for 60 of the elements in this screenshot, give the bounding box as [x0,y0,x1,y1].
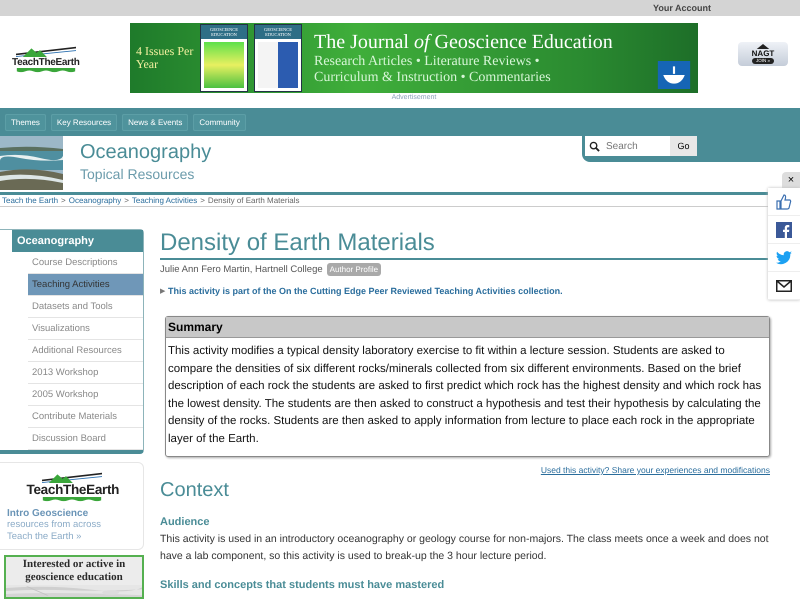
search-field[interactable]: Search [600,136,670,156]
search-icon [589,140,600,152]
ad-text: Interested or active in geoscience education [22,557,126,585]
sidebar-item[interactable]: 2013 Workshop [28,362,143,384]
nagt-text: NAGT [752,49,774,58]
sidebar-item[interactable]: Datasets and Tools [28,296,143,318]
sidebar-item[interactable]: Teaching Activities [28,274,143,296]
collection-link[interactable]: This activity is part of the On the Cutting Edge Peer Reviewed Teaching Activities collection. [168,286,563,296]
facebook-button[interactable] [768,216,800,244]
close-button[interactable]: × [782,172,800,188]
author-text: Julie Ann Fero Martin, Hartnell College [160,264,323,275]
bird-icon [776,250,792,266]
ad-issues-text: 4 Issues Per Year [136,45,194,71]
like-button[interactable] [768,188,800,216]
breadcrumb-link[interactable]: Teach the Earth [2,196,58,205]
share-link[interactable]: Used this activity? Share your experiences and modifications [540,465,770,475]
section-title: Oceanography [80,141,212,163]
breadcrumb-link[interactable]: Teaching Activities [132,196,198,205]
sidebar-item[interactable]: Discussion Board [28,428,143,450]
breadcrumb-current: Density of Earth Materials [208,196,300,205]
sidebar-item[interactable]: Visualizations [28,318,143,340]
page-title: Density of Earth Materials [160,229,770,260]
go-button[interactable]: Go [670,136,697,156]
logo-text: TeachTheEarth [26,483,116,497]
thumbs-up-icon [776,194,792,210]
context-heading: Context [160,479,230,502]
promo-text[interactable]: resources from across Teach the Earth » [7,519,117,543]
sidebar-item[interactable]: Contribute Materials [28,406,143,428]
sidebar-item[interactable]: Additional Resources [28,340,143,362]
promo-title[interactable]: Intro Geoscience [7,508,136,519]
your-account-link[interactable]: Your Account [653,3,711,13]
ad-text: Curriculum & Instruction • Commentaries [314,70,551,86]
nav-button[interactable]: News & Events [122,114,188,130]
ad-text: Research Articles • Literature Reviews • [314,54,540,70]
breadcrumb-separator: > [61,196,66,205]
mountain-icon [756,44,770,49]
breadcrumb-link[interactable]: Oceanography [68,196,122,205]
teach-the-earth-logo[interactable]: TeachTheEarth [12,45,80,73]
ad-title: The Journal of Geoscience Education [314,30,613,54]
logo-text: TeachTheEarth [12,57,80,68]
breadcrumb-separator: > [200,196,205,205]
paragraph: This activity is used in an introductory oceanography or geology course for non-majors. The class meets once a week and does not have a lab component, so this activity is used to break-up the 3 hour lecture period. [160,532,770,564]
email-button[interactable] [768,272,800,300]
nav-button[interactable]: Themes [5,114,46,130]
sidebar-heading[interactable]: Oceanography [12,230,143,252]
nav-button[interactable]: Community [193,114,246,130]
summary-text: This activity modifies a typical density laboratory exercise to fit within a lecture session. Students are asked to compare the densities of six different rocks/minerals collected from six different environments. Based on the brief description of each rock the students are asked to first predict which rock has the highest density and which rock has the lowest density. The students are then asked to construct a hypothesis and test their hypothesis by calculating the density of the rocks. Students are then asked to apply information from lecture to place each rock in the appropriate layer of the Earth. [167,344,762,446]
subsection-heading: Audience [160,516,211,528]
facebook-icon [776,222,792,238]
side-advertisement[interactable]: Interested or active in geoscience education [4,555,144,599]
lamp-icon [656,61,692,89]
envelope-icon [776,278,792,294]
subsection-heading: Skills and concepts that students must have mastered [160,579,446,591]
teach-the-earth-logo[interactable]: TeachTheEarth [26,471,116,502]
sidebar-item[interactable]: 2005 Workshop [28,384,143,406]
breadcrumb-separator: > [124,196,129,205]
nav-button[interactable]: Key Resources [50,114,118,130]
author-profile-button[interactable]: Author Profile [326,263,382,276]
section-subtitle: Topical Resources [80,165,196,184]
summary-heading: Summary [166,317,769,338]
